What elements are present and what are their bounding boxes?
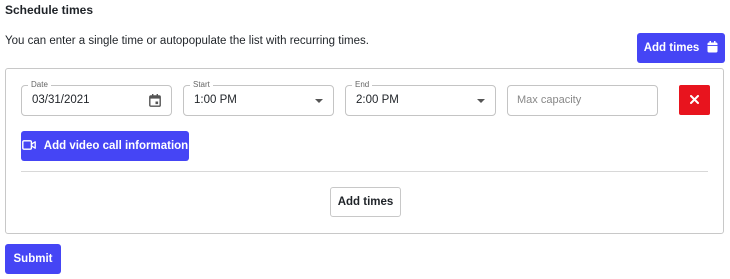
chevron-down-icon [477,99,485,103]
add-times-button[interactable]: Add times [637,33,725,63]
add-video-call-button[interactable]: Add video call information [21,131,189,161]
video-camera-icon [21,139,36,153]
section-title: Schedule times [5,3,94,17]
add-times-label: Add times [643,42,700,54]
start-label: Start [190,79,213,91]
date-value: 03/31/2021 [32,94,90,106]
chevron-down-icon [315,99,323,103]
start-time-select[interactable]: Start 1:00 PM [183,79,334,116]
add-times-secondary-button[interactable]: Add times [330,187,401,217]
end-label: End [352,79,373,91]
max-capacity-placeholder: Max capacity [517,94,582,106]
end-value: 2:00 PM [356,94,399,106]
calendar-picker-icon[interactable] [149,94,161,112]
submit-button[interactable]: Submit [5,244,61,274]
calendar-icon [707,40,718,56]
section-description: You can enter a single time or autopopul… [5,35,369,47]
max-capacity-input[interactable]: Max capacity [507,85,658,116]
schedule-times-panel: Date 03/31/2021 Start 1:00 PM End 2:00 P… [5,68,724,234]
date-label: Date [28,79,51,91]
add-video-call-label: Add video call information [43,140,189,152]
start-value: 1:00 PM [194,94,237,106]
end-time-select[interactable]: End 2:00 PM [345,79,496,116]
date-field[interactable]: Date 03/31/2021 [21,79,172,116]
divider [21,171,708,172]
close-icon [690,91,699,109]
remove-row-button[interactable] [679,85,710,115]
